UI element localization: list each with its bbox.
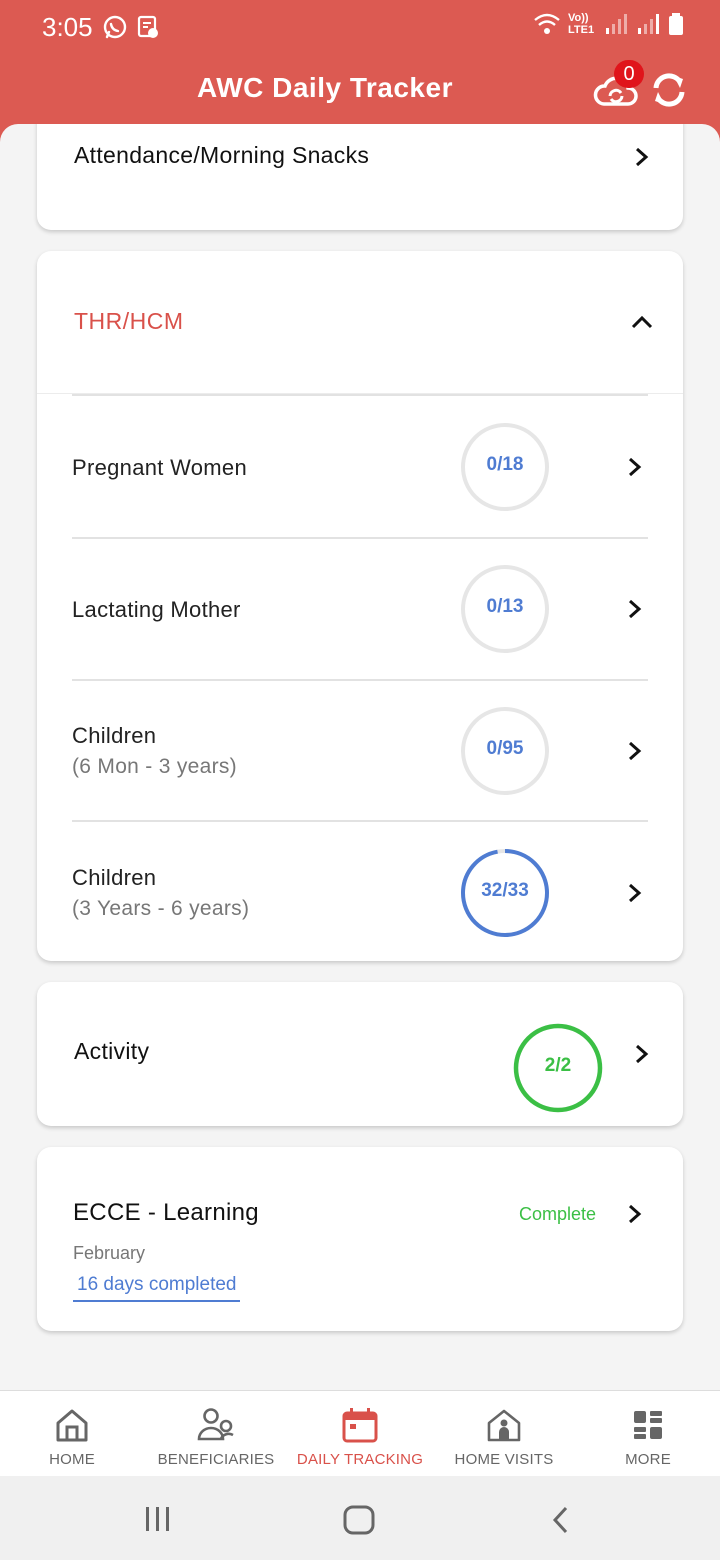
nav-daily-tracking[interactable]: DAILY TRACKING <box>288 1391 432 1477</box>
ecce-title: ECCE - Learning <box>73 1199 259 1226</box>
recent-apps-icon[interactable] <box>142 1504 174 1534</box>
row-subtitle: (3 Years - 6 years) <box>72 897 250 920</box>
whatsapp-icon <box>103 15 127 39</box>
sync-count-badge: 0 <box>614 60 644 88</box>
nav-home[interactable]: HOME <box>0 1391 144 1477</box>
chevron-right-icon <box>629 599 642 619</box>
battery-icon <box>669 13 683 35</box>
progress-ring: 0/18 <box>460 422 550 512</box>
chevron-right-icon <box>629 883 642 903</box>
nav-label: MORE <box>625 1451 671 1468</box>
refresh-icon[interactable] <box>650 70 688 110</box>
ecce-learning-card[interactable]: ECCE - Learning Complete February 16 day… <box>37 1147 683 1331</box>
attendance-title: Attendance/Morning Snacks <box>74 142 370 168</box>
thr-hcm-title: THR/HCM <box>74 308 184 334</box>
list-item-children-3-6yrs[interactable]: Children (3 Years - 6 years) 32/33 <box>37 822 683 961</box>
nav-label: HOME VISITS <box>454 1451 554 1468</box>
thr-hcm-header[interactable]: THR/HCM <box>37 251 683 394</box>
wifi-icon <box>534 13 560 34</box>
calendar-icon <box>342 1408 378 1443</box>
chevron-right-icon <box>629 1204 642 1224</box>
chevron-right-icon <box>636 1044 649 1064</box>
progress-count: 2/2 <box>544 1055 572 1076</box>
chevron-right-icon <box>629 741 642 761</box>
network-label: Vo)) LTE1 <box>568 12 595 36</box>
progress-count: 0/13 <box>486 596 524 617</box>
progress-ring: 32/33 <box>460 848 550 938</box>
row-subtitle: (6 Mon - 3 years) <box>72 755 237 778</box>
back-icon[interactable] <box>548 1504 574 1536</box>
status-bar: 3:05 Vo)) LTE1 <box>0 0 720 56</box>
progress-ring: 0/95 <box>460 706 550 796</box>
row-title: Children <box>72 723 157 748</box>
nav-more[interactable]: MORE <box>576 1391 720 1477</box>
row-title: Pregnant Women <box>72 455 248 480</box>
home-circle-icon[interactable] <box>342 1504 376 1536</box>
activity-card[interactable]: Activity 2/2 <box>37 982 683 1126</box>
row-title: Children <box>72 865 157 890</box>
signal-2-icon <box>638 14 659 34</box>
system-navigation-bar <box>0 1476 720 1560</box>
progress-ring: 2/2 <box>513 1023 603 1113</box>
content-area: Attendance/Morning Snacks THR/HCM Pregna… <box>0 124 720 1390</box>
people-icon <box>197 1408 234 1441</box>
chevron-right-icon <box>629 457 642 477</box>
progress-count: 0/18 <box>486 454 524 475</box>
grid-icon <box>634 1411 662 1439</box>
nav-label: HOME <box>49 1451 95 1468</box>
home-icon <box>56 1409 88 1442</box>
list-item-lactating-mother[interactable]: Lactating Mother 0/13 <box>37 539 683 679</box>
attendance-card[interactable]: Attendance/Morning Snacks <box>37 124 683 230</box>
status-label: Complete <box>519 1204 597 1224</box>
nav-home-visits[interactable]: HOME VISITS <box>432 1391 576 1477</box>
house-person-icon <box>487 1409 521 1442</box>
list-item-pregnant-women[interactable]: Pregnant Women 0/18 <box>37 396 683 538</box>
days-completed-link[interactable]: 16 days completed <box>73 1274 240 1302</box>
row-title: Lactating Mother <box>72 597 241 622</box>
month-label: February <box>73 1243 146 1263</box>
status-time: 3:05 <box>42 12 93 42</box>
list-item-children-6mon-3yrs[interactable]: Children (6 Mon - 3 years) 0/95 <box>37 681 683 821</box>
nav-label: DAILY TRACKING <box>296 1451 424 1468</box>
page-title: AWC Daily Tracker <box>197 72 453 103</box>
task-icon <box>137 15 158 38</box>
nav-label: BENEFICIARIES <box>157 1451 275 1468</box>
progress-count: 32/33 <box>481 880 529 901</box>
chevron-right-icon <box>636 147 649 167</box>
nav-beneficiaries[interactable]: BENEFICIARIES <box>144 1391 288 1477</box>
signal-1-icon <box>606 14 627 34</box>
bottom-navigation: HOME BENEFICIARIES DAILY TRACKING HOME V… <box>0 1390 720 1476</box>
thr-hcm-card: THR/HCM Pregnant Women 0/18 Lactating Mo… <box>37 251 683 961</box>
activity-title: Activity <box>74 1038 150 1064</box>
progress-ring: 0/13 <box>460 564 550 654</box>
chevron-up-icon <box>631 315 653 329</box>
progress-count: 0/95 <box>486 738 524 759</box>
